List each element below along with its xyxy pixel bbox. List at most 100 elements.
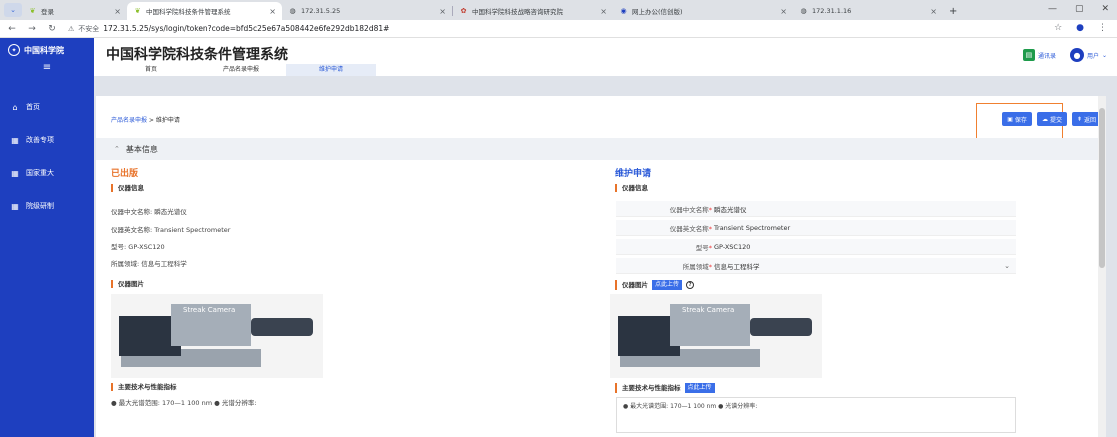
main-content: 产品名录申报 > 维护申请 ▣ 保存 ☁ 提交 ⇞ 返回 ⌃ 基本信息 已出版 … [96,96,1106,437]
close-icon[interactable]: × [780,7,787,16]
browser-tab-system[interactable]: ❦ 中国科学院科技条件管理系统 × [127,2,282,20]
domain-select[interactable]: 信息与工程科学 [714,261,760,271]
save-button[interactable]: ▣ 保存 [1002,112,1032,126]
spec-textarea[interactable]: ● 最大光谱范围: 170—1 100 nm ● 光谱分辨率: [616,397,1016,433]
address-book-button[interactable]: ▤ 通讯录 [1022,49,1056,61]
grid-icon: ▦ [11,135,19,145]
photo-tube [251,318,313,336]
breadcrumb: 产品名录申报 > 维护申请 [111,115,180,124]
model-input-row[interactable]: 型号* GP-XSC120 [616,239,1016,255]
breadcrumb-current: 维护申请 [155,117,180,124]
menu-kebab-icon[interactable]: ⋮ [1098,23,1107,33]
profile-icon[interactable]: ● [1076,23,1084,33]
sidebar-item-improvement[interactable]: ▦ 改善专项 [0,129,94,151]
scrollbar-track[interactable] [1098,96,1106,437]
section-header-basic-info[interactable]: ⌃ 基本信息 [96,138,1106,160]
close-icon[interactable]: × [600,7,607,16]
chevron-down-icon[interactable]: ⌄ [1004,262,1010,270]
browser-tab-login[interactable]: ❦ 登录 × [22,2,127,20]
field-value: 信息与工程科学 [141,260,187,268]
model-field: 型号: GP-XSC120 [111,241,165,251]
instrument-image-heading: 仪器图片 点此上传 ? [615,280,695,290]
instrument-info-heading: 仪器信息 [111,184,144,192]
field-label: 所属领域: [111,260,140,268]
avatar-icon: ● [1069,48,1084,62]
tab-title: 中国科学院科技战略咨询研究院 [472,8,563,16]
maintenance-title: 维护申请 [615,169,652,179]
back-arrow-icon[interactable]: ← [4,24,20,34]
heading-text: 仪器信息 [622,184,648,192]
action-buttons: ▣ 保存 ☁ 提交 ⇞ 返回 [1002,112,1101,126]
sidebar-item-label: 改善专项 [26,136,54,144]
seal-icon: ✿ [460,7,467,15]
en-name-field: 仪器英文名称: Transient Spectrometer [111,224,230,234]
label-text: 所属领域 [682,262,709,271]
heading-text: 仪器图片 [118,280,144,288]
instrument-image-heading: 仪器图片 [111,280,144,288]
back-button[interactable]: ⇞ 返回 [1071,112,1101,126]
browser-tab-office[interactable]: ◉ 网上办公(信创版) × [613,2,793,20]
tab-product-catalog[interactable]: 产品名录申报 [196,64,286,76]
spec-text: ● 最大光谱范围: 170—1 100 nm ● 光谱分辨率: [111,399,257,407]
tab-search-dropdown[interactable]: ⌄ [4,3,22,17]
logo-text: 中国科学院 [24,45,64,55]
url-field[interactable]: ⚠ 不安全 172.31.5.25/sys/login/token?code=b… [68,24,389,34]
cn-name-input[interactable]: 瞬态光谱仪 [714,204,747,214]
field-label: 仪器中文名称: [111,208,153,216]
upload-image-button[interactable]: 点此上传 [652,280,683,290]
url-text: 172.31.5.25/sys/login/token?code=bfd5c25… [103,24,390,33]
tab-home[interactable]: 首页 [106,64,196,76]
sidebar-item-national[interactable]: ▦ 国家重大 [0,162,94,184]
close-icon[interactable]: × [439,7,446,16]
star-icon[interactable]: ☆ [1054,23,1062,33]
address-bar-actions: ☆ ● ⋮ [1054,23,1107,33]
submit-button[interactable]: ☁ 提交 [1036,112,1067,126]
chevron-up-icon: ⌃ [114,145,120,153]
photo-label: Streak Camera [183,306,236,314]
contacts-icon: ▤ [1022,49,1035,61]
forward-arrow-icon[interactable]: → [24,24,40,34]
help-icon[interactable]: ? [686,281,695,289]
save-label: 保存 [1014,116,1027,124]
label-text: 仪器中文名称 [669,205,709,214]
browser-tab-ip-25[interactable]: ◍ 172.31.5.25 × [282,2,452,20]
new-tab-button[interactable]: + [943,2,963,20]
home-icon: ⌂ [12,102,18,112]
tab-title: 网上办公(信创版) [632,8,683,16]
back-label: 返回 [1083,116,1096,124]
tab-title: 中国科学院科技条件管理系统 [146,8,231,16]
close-icon[interactable]: × [930,7,937,16]
required-mark: * [708,224,712,233]
address-book-label: 通讯录 [1037,52,1056,60]
reload-icon[interactable]: ↻ [44,24,60,34]
browser-tab-casisd[interactable]: ✿ 中国科学院科技战略咨询研究院 × [453,2,613,20]
en-name-input[interactable]: Transient Spectrometer [714,224,790,232]
close-window-icon[interactable]: ✕ [1101,4,1109,14]
logo[interactable]: ✦ 中国科学院 [0,38,94,62]
minimize-icon[interactable]: — [1048,4,1057,14]
domain-select-row[interactable]: 所属领域* 信息与工程科学 ⌄ [616,258,1016,274]
breadcrumb-parent[interactable]: 产品名录申报 [111,117,147,124]
model-input[interactable]: GP-XSC120 [714,243,750,251]
section-title: 基本信息 [125,144,158,154]
en-name-input-row[interactable]: 仪器英文名称* Transient Spectrometer [616,220,1016,236]
close-icon[interactable]: × [114,7,121,16]
heading-text: 仪器信息 [118,184,144,192]
browser-tab-ip-16[interactable]: ◍ 172.31.1.16 × [793,2,943,20]
restore-icon[interactable]: ▢ [1075,4,1084,14]
required-mark: * [708,205,712,214]
published-title: 已出版 [111,169,139,179]
tab-maintenance[interactable]: 维护申请 [286,64,376,76]
user-menu[interactable]: ● 用户 ⌄ [1069,48,1107,62]
upload-spec-button[interactable]: 点此上传 [684,383,715,393]
app-tab-bar: 首页 产品名录申报 维护申请 [106,64,376,76]
hamburger-menu-icon[interactable]: ≡ [0,62,94,76]
sidebar-item-institute[interactable]: ▦ 院级研制 [0,195,94,217]
required-mark: * [708,243,712,252]
heading-text: 主要技术与性能指标 [118,383,177,391]
scrollbar-thumb[interactable] [1099,108,1105,268]
cn-name-input-row[interactable]: 仪器中文名称* 瞬态光谱仪 [616,201,1016,217]
sidebar-item-home[interactable]: ⌂ 首页 [0,96,94,118]
chevron-down-icon: ⌄ [1101,51,1107,59]
close-icon[interactable]: × [269,7,276,16]
